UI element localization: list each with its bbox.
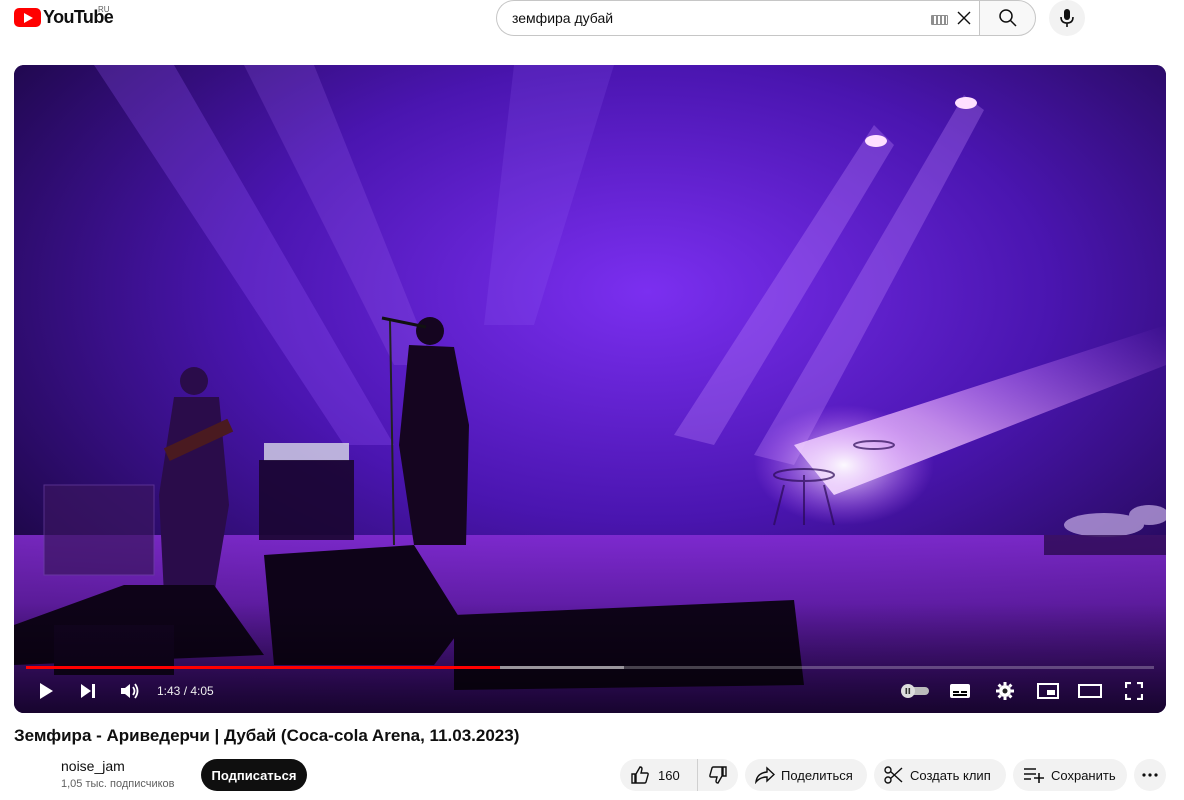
save-button[interactable]: Сохранить	[1013, 759, 1127, 791]
volume-button[interactable]	[116, 677, 144, 705]
fullscreen-icon	[1125, 682, 1143, 700]
more-horizontal-icon	[1142, 773, 1158, 777]
progress-bar[interactable]	[26, 666, 1154, 669]
keyboard-icon[interactable]	[931, 15, 948, 25]
youtube-logo-icon	[14, 8, 41, 27]
share-icon	[755, 766, 775, 784]
microphone-icon	[1060, 9, 1074, 27]
create-clip-button[interactable]: Создать клип	[874, 759, 1006, 791]
volume-icon	[121, 683, 139, 699]
play-icon	[40, 683, 53, 699]
fullscreen-button[interactable]	[1120, 677, 1148, 705]
like-count: 160	[658, 767, 680, 783]
subscriber-count: 1,05 тыс. подписчиков	[61, 778, 175, 790]
theater-mode-button[interactable]	[1076, 677, 1104, 705]
subscribe-button[interactable]: Подписаться	[201, 759, 307, 791]
autoplay-toggle[interactable]	[898, 677, 932, 705]
play-button[interactable]	[32, 677, 60, 705]
next-button[interactable]	[74, 677, 102, 705]
settings-button[interactable]	[991, 677, 1019, 705]
more-actions-button[interactable]	[1134, 759, 1166, 791]
gear-icon	[996, 682, 1014, 700]
next-icon	[81, 684, 95, 698]
scissors-icon	[884, 766, 903, 784]
autoplay-toggle-icon	[901, 684, 929, 698]
search-input[interactable]	[512, 10, 912, 26]
played-bar	[26, 666, 500, 669]
like-button[interactable]: 160	[620, 759, 698, 791]
thumbs-down-icon	[709, 766, 727, 784]
search-icon	[998, 9, 1017, 27]
miniplayer-button[interactable]	[1034, 677, 1062, 705]
dislike-button[interactable]	[698, 759, 738, 791]
create-clip-label: Создать клип	[910, 767, 991, 783]
time-display: 1:43 / 4:05	[157, 684, 214, 698]
subtitles-button[interactable]	[946, 677, 974, 705]
video-player[interactable]: 1:43 / 4:05	[14, 65, 1166, 713]
search-box[interactable]	[496, 0, 980, 36]
search-button[interactable]	[979, 0, 1036, 36]
voice-search-button[interactable]	[1049, 0, 1085, 36]
clear-search-icon[interactable]	[956, 10, 972, 26]
like-dislike-group: 160	[620, 759, 738, 791]
save-label: Сохранить	[1051, 767, 1116, 783]
share-label: Поделиться	[781, 767, 853, 783]
channel-name[interactable]: noise_jam	[61, 758, 125, 774]
video-title: Земфира - Ариведерчи | Дубай (Coca-cola …	[14, 726, 520, 745]
miniplayer-icon	[1037, 683, 1059, 699]
subtitles-icon	[950, 684, 970, 698]
thumbs-up-icon	[631, 766, 649, 784]
add-to-playlist-icon	[1024, 768, 1044, 783]
theater-mode-icon	[1078, 684, 1102, 698]
share-button[interactable]: Поделиться	[745, 759, 867, 791]
region-label: RU	[98, 5, 110, 14]
